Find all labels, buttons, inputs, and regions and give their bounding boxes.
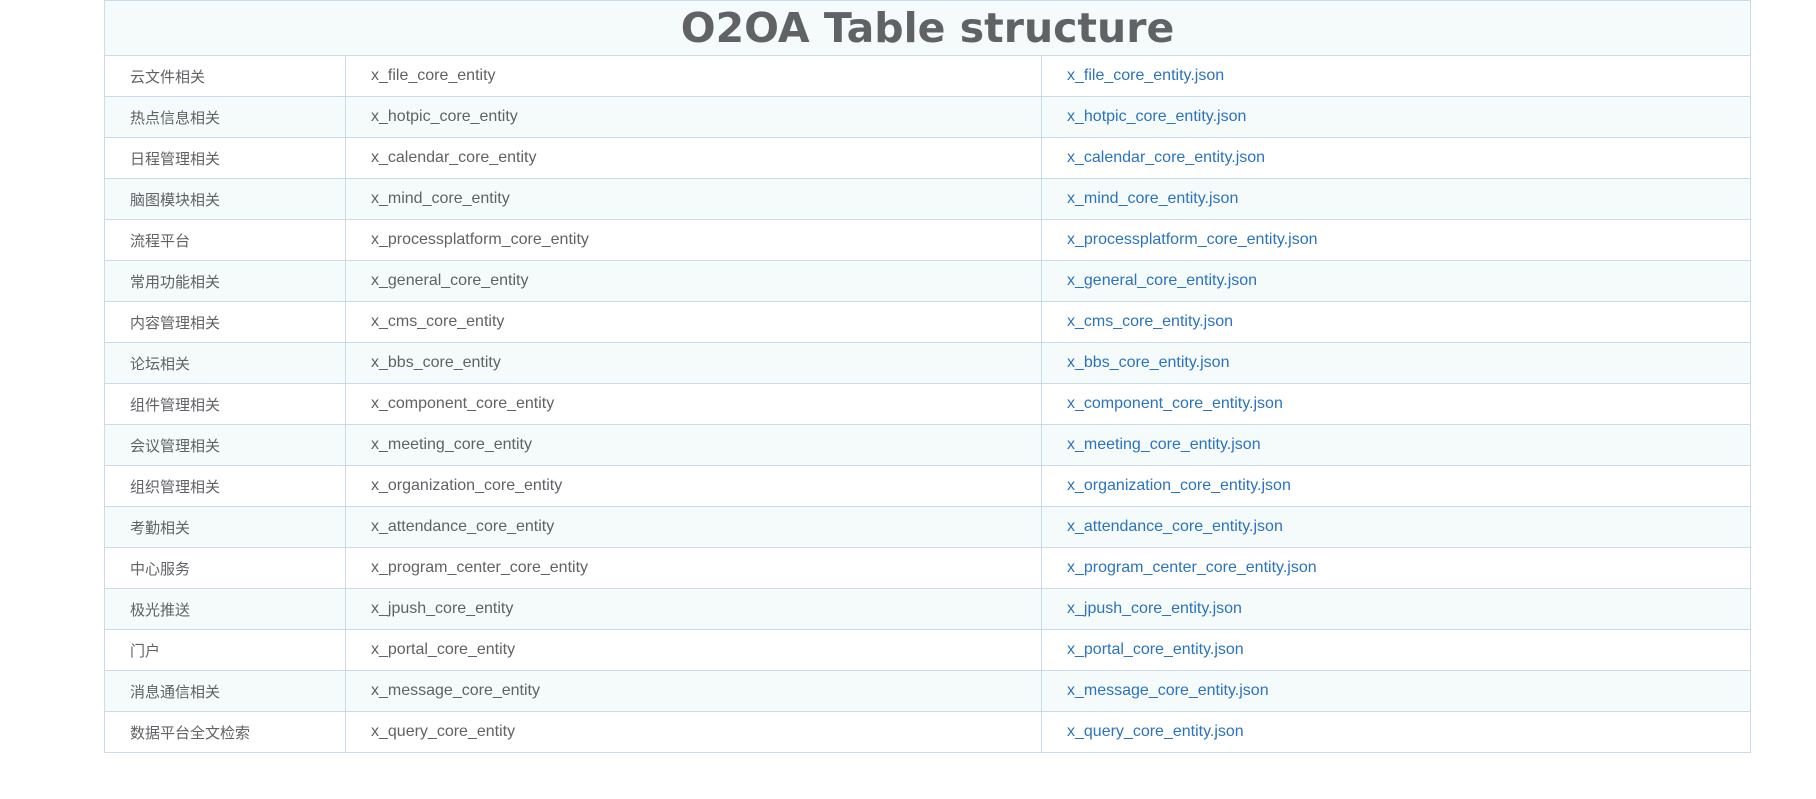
json-file-link[interactable]: x_organization_core_entity.json (1067, 477, 1291, 494)
json-link-cell: x_component_core_entity.json (1040, 383, 1752, 425)
json-file-link[interactable]: x_processplatform_core_entity.json (1067, 231, 1318, 248)
json-link-cell: x_portal_core_entity.json (1040, 629, 1752, 671)
json-file-link[interactable]: x_program_center_core_entity.json (1067, 559, 1317, 576)
entity-name-cell: x_hotpic_core_entity (345, 96, 1042, 138)
module-name-cell: 极光推送 (104, 588, 346, 630)
entity-name-cell: x_bbs_core_entity (345, 342, 1042, 384)
json-file-link[interactable]: x_meeting_core_entity.json (1067, 436, 1261, 453)
module-name-cell: 门户 (104, 629, 346, 671)
module-name-cell: 消息通信相关 (104, 670, 346, 712)
table-row: 内容管理相关 x_cms_core_entity x_cms_core_entity… (104, 301, 1752, 343)
table-row: 论坛相关 x_bbs_core_entity x_bbs_core_entity.j… (104, 342, 1752, 384)
entity-name-cell: x_organization_core_entity (345, 465, 1042, 507)
json-link-cell: x_file_core_entity.json (1040, 55, 1752, 97)
table-row: 数据平台全文检索 x_query_core_entity x_query_core_… (104, 711, 1752, 753)
table-row: 脑图模块相关 x_mind_core_entity x_mind_core_enti… (104, 178, 1752, 220)
module-name-cell: 云文件相关 (104, 55, 346, 97)
module-name-cell: 数据平台全文检索 (104, 711, 346, 753)
table-row: 考勤相关 x_attendance_core_entity x_attendance… (104, 506, 1752, 548)
module-name-cell: 会议管理相关 (104, 424, 346, 466)
json-link-cell: x_processplatform_core_entity.json (1040, 219, 1752, 261)
json-file-link[interactable]: x_component_core_entity.json (1067, 395, 1283, 412)
module-name-cell: 流程平台 (104, 219, 346, 261)
json-file-link[interactable]: x_message_core_entity.json (1067, 682, 1269, 699)
entity-name-cell: x_processplatform_core_entity (345, 219, 1042, 261)
entity-name-cell: x_mind_core_entity (345, 178, 1042, 220)
module-name-cell: 日程管理相关 (104, 137, 346, 179)
title-row: O2OA Table structure (103, 0, 1752, 56)
json-link-cell: x_program_center_core_entity.json (1040, 547, 1752, 589)
json-file-link[interactable]: x_file_core_entity.json (1067, 67, 1224, 84)
module-name-cell: 内容管理相关 (104, 301, 346, 343)
table-row: 中心服务 x_program_center_core_entity x_progra… (104, 547, 1752, 589)
json-link-cell: x_organization_core_entity.json (1040, 465, 1752, 507)
module-name-cell: 常用功能相关 (104, 260, 346, 302)
entity-name-cell: x_file_core_entity (345, 55, 1042, 97)
json-file-link[interactable]: x_general_core_entity.json (1067, 272, 1257, 289)
page-title: O2OA Table structure (103, 0, 1752, 56)
entity-name-cell: x_query_core_entity (345, 711, 1042, 753)
json-link-cell: x_message_core_entity.json (1040, 670, 1752, 712)
json-file-link[interactable]: x_query_core_entity.json (1067, 723, 1244, 740)
table-row: 日程管理相关 x_calendar_core_entity x_calendar_c… (104, 137, 1752, 179)
json-link-cell: x_jpush_core_entity.json (1040, 588, 1752, 630)
module-name-cell: 组织管理相关 (104, 465, 346, 507)
module-name-cell: 中心服务 (104, 547, 346, 589)
table-row: 组织管理相关 x_organization_core_entity x_organi… (104, 465, 1752, 507)
table-row: 流程平台 x_processplatform_core_entity x_proce… (104, 219, 1752, 261)
module-name-cell: 脑图模块相关 (104, 178, 346, 220)
entity-name-cell: x_jpush_core_entity (345, 588, 1042, 630)
entity-name-cell: x_program_center_core_entity (345, 547, 1042, 589)
entity-name-cell: x_meeting_core_entity (345, 424, 1042, 466)
entity-name-cell: x_component_core_entity (345, 383, 1042, 425)
table-row: 云文件相关 x_file_core_entity x_file_core_entit… (104, 55, 1752, 97)
table-container: O2OA Table structure 云文件相关 x_file_core_en… (103, 0, 1752, 753)
module-name-cell: 考勤相关 (104, 506, 346, 548)
json-link-cell: x_attendance_core_entity.json (1040, 506, 1752, 548)
json-link-cell: x_cms_core_entity.json (1040, 301, 1752, 343)
table-row: 极光推送 x_jpush_core_entity x_jpush_core_enti… (104, 588, 1752, 630)
json-file-link[interactable]: x_calendar_core_entity.json (1067, 149, 1265, 166)
table-row: 常用功能相关 x_general_core_entity x_general_cor… (104, 260, 1752, 302)
entity-name-cell: x_calendar_core_entity (345, 137, 1042, 179)
module-name-cell: 组件管理相关 (104, 383, 346, 425)
json-link-cell: x_bbs_core_entity.json (1040, 342, 1752, 384)
json-file-link[interactable]: x_bbs_core_entity.json (1067, 354, 1229, 371)
entity-name-cell: x_attendance_core_entity (345, 506, 1042, 548)
json-link-cell: x_calendar_core_entity.json (1040, 137, 1752, 179)
table-structure: O2OA Table structure 云文件相关 x_file_core_en… (103, 0, 1752, 753)
table-row: 消息通信相关 x_message_core_entity x_message_cor… (104, 670, 1752, 712)
table-row: 热点信息相关 x_hotpic_core_entity x_hotpic_core_… (104, 96, 1752, 138)
module-name-cell: 热点信息相关 (104, 96, 346, 138)
entity-name-cell: x_message_core_entity (345, 670, 1042, 712)
json-link-cell: x_general_core_entity.json (1040, 260, 1752, 302)
json-link-cell: x_hotpic_core_entity.json (1040, 96, 1752, 138)
json-file-link[interactable]: x_cms_core_entity.json (1067, 313, 1233, 330)
entity-name-cell: x_portal_core_entity (345, 629, 1042, 671)
table-row: 门户 x_portal_core_entity x_portal_core_enti… (104, 629, 1752, 671)
entity-name-cell: x_cms_core_entity (345, 301, 1042, 343)
table-row: 会议管理相关 x_meeting_core_entity x_meeting_cor… (104, 424, 1752, 466)
module-name-cell: 论坛相关 (104, 342, 346, 384)
table-body: 云文件相关 x_file_core_entity x_file_core_entit… (104, 55, 1752, 753)
json-file-link[interactable]: x_attendance_core_entity.json (1067, 518, 1283, 535)
json-link-cell: x_mind_core_entity.json (1040, 178, 1752, 220)
json-link-cell: x_meeting_core_entity.json (1040, 424, 1752, 466)
entity-name-cell: x_general_core_entity (345, 260, 1042, 302)
json-file-link[interactable]: x_hotpic_core_entity.json (1067, 108, 1246, 125)
json-file-link[interactable]: x_jpush_core_entity.json (1067, 600, 1242, 617)
json-file-link[interactable]: x_mind_core_entity.json (1067, 190, 1238, 207)
json-link-cell: x_query_core_entity.json (1040, 711, 1752, 753)
json-file-link[interactable]: x_portal_core_entity.json (1067, 641, 1244, 658)
table-row: 组件管理相关 x_component_core_entity x_component… (104, 383, 1752, 425)
